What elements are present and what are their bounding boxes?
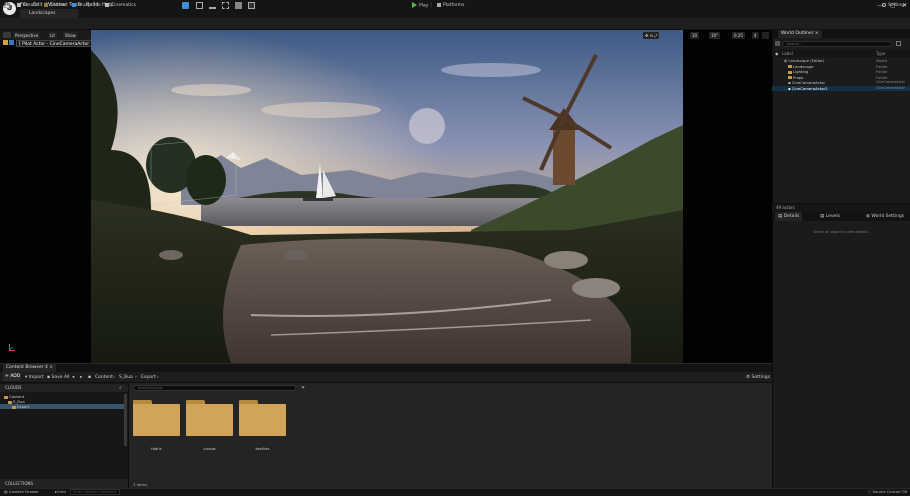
folder-icon xyxy=(12,405,16,409)
add-button[interactable]: + ADD xyxy=(3,373,21,381)
fracture-icon[interactable] xyxy=(235,2,242,9)
folder-icon xyxy=(788,65,792,68)
breadcrumb-separator-icon: › xyxy=(157,375,159,380)
close-tab-icon[interactable]: × xyxy=(49,365,53,370)
visibility-column-icon: ◉ xyxy=(775,51,779,56)
viewport-letterbox-left xyxy=(0,40,91,363)
play-options-icon[interactable]: ⋮ xyxy=(429,2,434,10)
viewport-menu-icon[interactable] xyxy=(3,32,11,38)
play-icon xyxy=(412,2,417,8)
label-column[interactable]: Label xyxy=(782,50,793,57)
platforms-icon xyxy=(437,2,441,7)
filter-icon[interactable]: ⏷ xyxy=(301,385,305,391)
viewport-scene[interactable] xyxy=(91,30,683,363)
tab-levels[interactable]: ▤ Levels xyxy=(820,212,840,221)
folder-tile-fabric[interactable] xyxy=(133,400,180,436)
search-icon[interactable]: ⌕ xyxy=(119,385,122,391)
blueprints-button[interactable]: Blueprints xyxy=(72,2,101,10)
folder-tile-clouds[interactable] xyxy=(186,400,233,436)
import-button[interactable]: ▾ Import xyxy=(25,374,44,381)
outliner-column-header: ◉ Label Type xyxy=(772,50,910,57)
folder-label: textiles xyxy=(255,446,270,451)
breadcrumb-separator-icon: › xyxy=(135,375,137,380)
platforms-button[interactable]: Platforms xyxy=(437,2,464,10)
outliner-settings-icon[interactable] xyxy=(896,41,901,46)
console-command-input[interactable]: Enter Console Command xyxy=(70,489,120,495)
lit-button[interactable]: Lit xyxy=(48,32,57,39)
item-count: 3 items xyxy=(133,482,148,487)
tab-world-outliner[interactable]: World Outliner × xyxy=(778,30,822,38)
breadcrumb-s-bua[interactable]: S_Bua xyxy=(119,374,133,381)
play-button[interactable]: Play xyxy=(412,2,428,10)
foliage-mode-icon[interactable] xyxy=(209,2,216,9)
create-button[interactable]: Create xyxy=(17,2,38,10)
tab-details[interactable]: ▤ Details xyxy=(775,212,803,221)
project-tab[interactable]: Landscapes xyxy=(20,9,78,18)
landscape-render xyxy=(91,30,683,363)
create-icon xyxy=(17,2,21,7)
content-browser-tab-bar xyxy=(0,363,772,372)
asset-search-input[interactable]: Search Export xyxy=(133,385,296,391)
folder-icon xyxy=(788,76,792,79)
tab-world-settings[interactable]: ◍ World Settings xyxy=(866,212,904,221)
mesh-paint-icon[interactable] xyxy=(222,2,229,9)
rotation-snap-button[interactable]: 10° xyxy=(709,32,721,39)
actor-count: 49 actors xyxy=(772,204,910,212)
path-folder-icon: ▪ xyxy=(88,375,92,380)
type-column[interactable]: Type xyxy=(876,50,885,57)
save-icon[interactable]: 💾 xyxy=(4,2,10,10)
camera-icon[interactable] xyxy=(9,40,14,45)
landscape-mode-icon[interactable] xyxy=(196,2,203,9)
settings-button[interactable]: Settings xyxy=(882,2,906,10)
pilot-lock-icon[interactable] xyxy=(3,40,8,45)
transform-modes-icon[interactable]: ✥ ⟲ ⤢ xyxy=(643,32,660,39)
content-drawer-button[interactable]: ▤ Content Drawer xyxy=(4,489,39,495)
content-button[interactable]: Content xyxy=(44,2,68,10)
favorites-header[interactable]: CLOUDS xyxy=(0,384,128,392)
folder-label: clouds xyxy=(203,446,216,451)
outliner-search-input[interactable]: Search... xyxy=(782,41,892,47)
select-mode-icon[interactable] xyxy=(182,2,189,9)
details-panel xyxy=(772,221,910,488)
cinematics-icon xyxy=(105,2,109,7)
pilot-actor-label[interactable]: [ Pilot Actor - CineCameraActor ] xyxy=(16,40,96,47)
collections-header[interactable]: COLLECTIONS xyxy=(0,479,128,488)
history-back-icon[interactable]: ◂ xyxy=(72,374,74,381)
cmd-button[interactable]: ▸Cmd xyxy=(55,489,66,495)
sources-scrollbar[interactable] xyxy=(124,394,127,446)
tab-content-browser[interactable]: Content Browser 4 × xyxy=(3,364,57,372)
folder-label: fabric xyxy=(151,446,162,451)
viewport-letterbox-right xyxy=(683,30,772,363)
scale-snap-button[interactable]: 0.25 xyxy=(732,32,745,39)
axis-gizmo-icon xyxy=(8,342,18,352)
folder-icon xyxy=(788,70,792,74)
gear-icon xyxy=(882,2,886,7)
details-empty-message: Select an object to view details. xyxy=(813,230,869,234)
outliner-row-selected[interactable]: ▪ CineCameraActor2 CineCameraActor xyxy=(772,85,910,91)
breadcrumb-content[interactable]: Content xyxy=(95,374,113,381)
breadcrumb-export[interactable]: Export xyxy=(141,374,156,381)
grid-snap-button[interactable]: 10 xyxy=(690,32,700,39)
history-forward-icon[interactable]: ▸ xyxy=(80,374,82,381)
cb-settings-button[interactable]: ⚙ Settings xyxy=(746,374,770,381)
close-tab-icon[interactable]: × xyxy=(815,31,819,36)
modeling-icon[interactable] xyxy=(248,2,255,9)
tree-item-export[interactable]: Export xyxy=(0,404,125,409)
filter-icon[interactable] xyxy=(775,41,780,46)
cinematics-button[interactable]: Cinematics xyxy=(105,2,136,10)
show-button[interactable]: Show xyxy=(63,32,78,39)
status-bar xyxy=(0,488,910,496)
save-all-button[interactable]: ▪ Save All xyxy=(47,374,70,381)
content-icon xyxy=(44,2,48,7)
main-toolbar xyxy=(0,18,910,30)
folder-tile-textiles[interactable] xyxy=(239,400,286,436)
maximize-viewport-icon[interactable] xyxy=(762,32,769,39)
source-control-status[interactable]: ◌ Source Control Off xyxy=(868,489,907,495)
perspective-button[interactable]: Perspective xyxy=(13,32,41,39)
blueprint-icon xyxy=(72,2,76,7)
breadcrumb-separator-icon: › xyxy=(113,375,115,380)
camera-speed-button[interactable]: 4 xyxy=(752,32,759,39)
content-browser-toolbar xyxy=(0,372,772,382)
